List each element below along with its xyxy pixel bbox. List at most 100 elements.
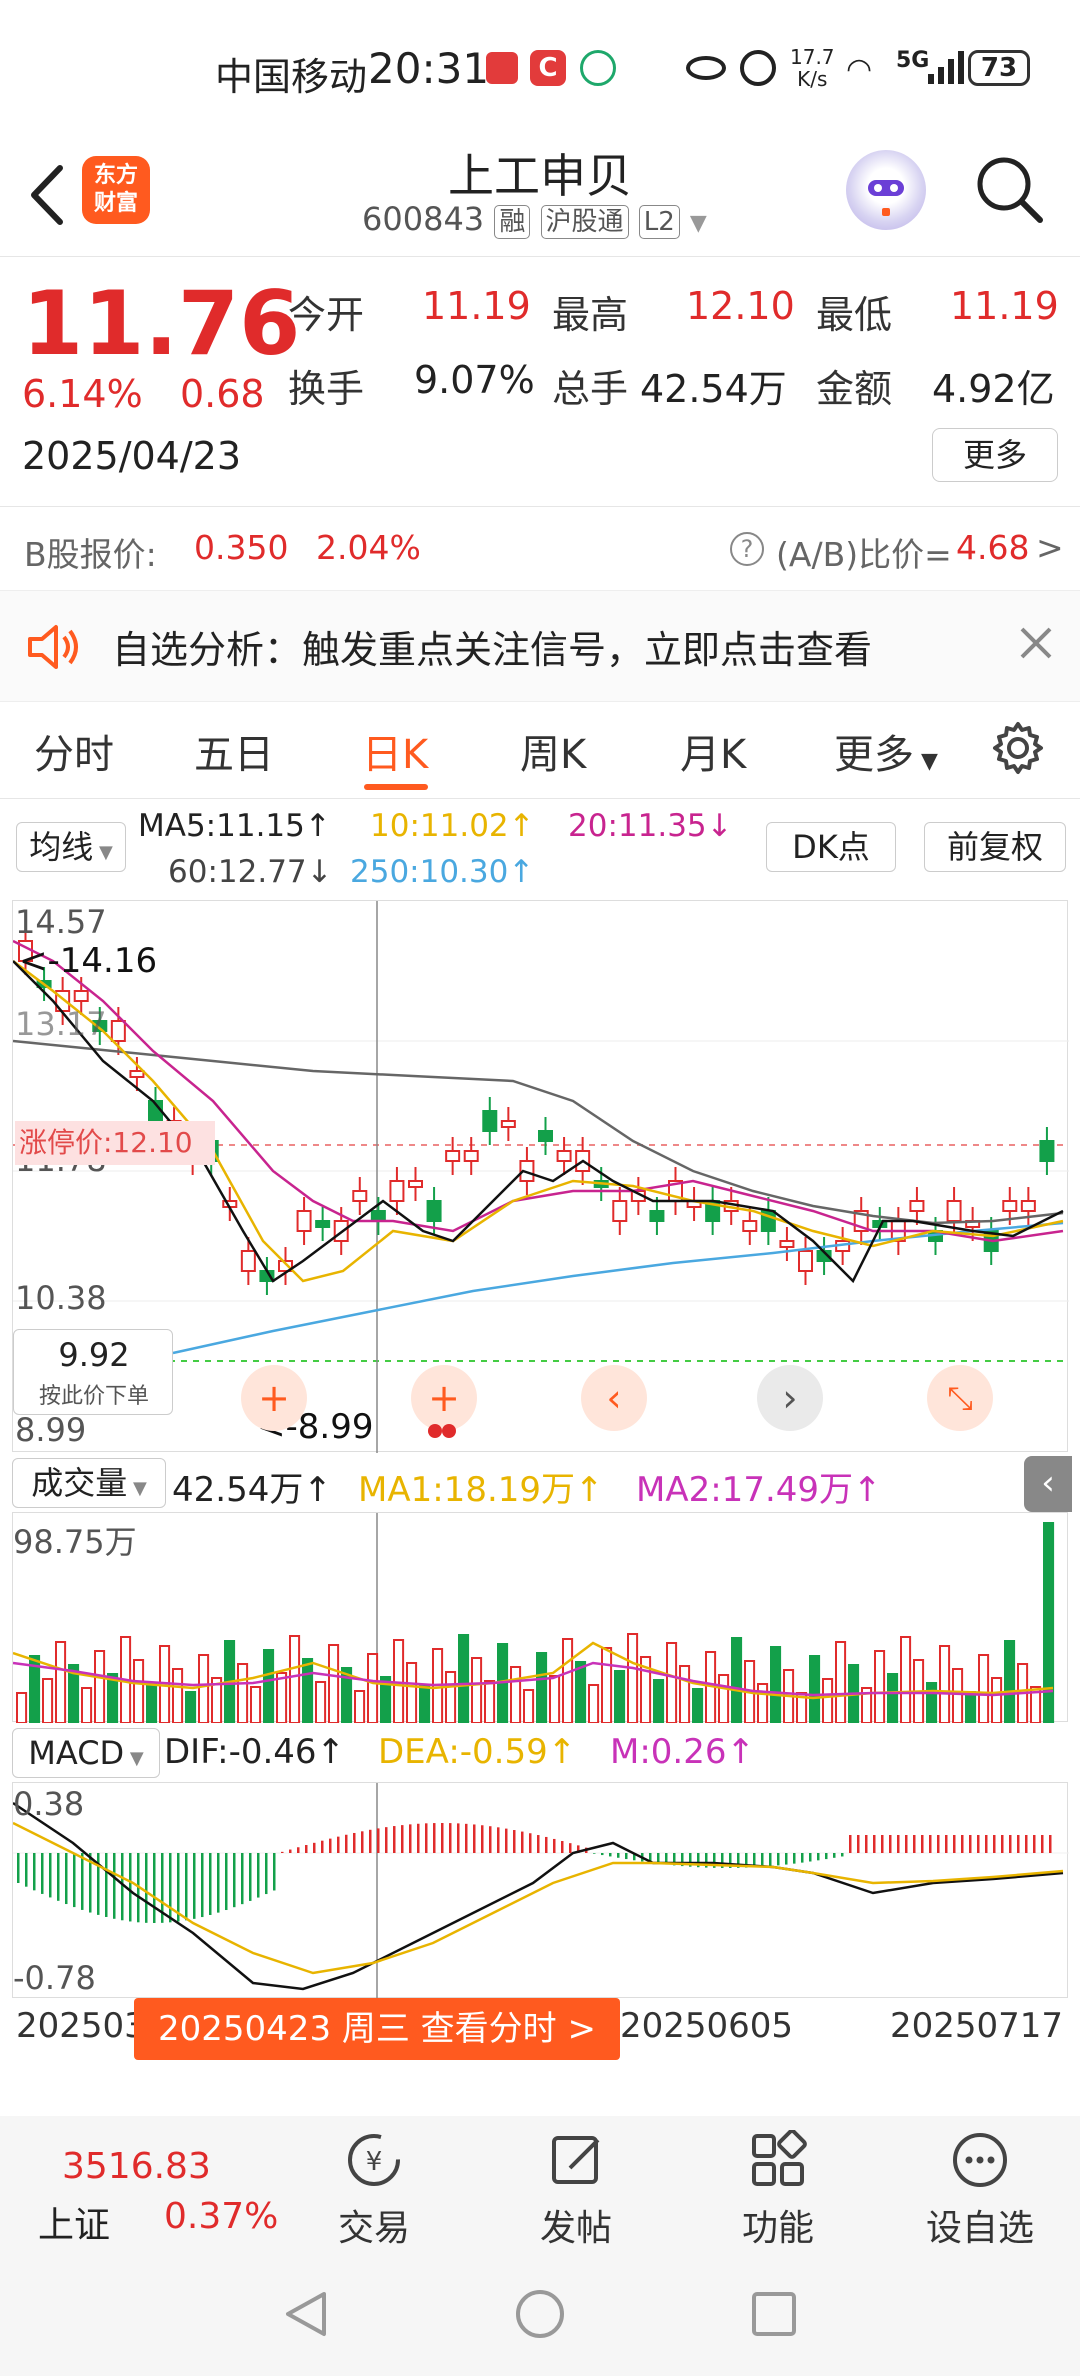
bshare-row[interactable]: B股报价: 0.350 2.04% ? (A/B)比价= 4.68 > — [0, 508, 1080, 590]
add-marker-button[interactable]: + — [411, 1365, 477, 1431]
nav-add-watch[interactable]: 设自选 — [920, 2130, 1040, 2251]
volume-selector[interactable]: 成交量 ▼ — [12, 1458, 166, 1508]
volume-bar — [146, 1682, 158, 1723]
ma-selector[interactable]: 均线 ▼ — [16, 822, 126, 872]
settings-icon[interactable] — [990, 720, 1046, 776]
prev-button[interactable]: ‹ — [581, 1365, 647, 1431]
volume-bar — [770, 1646, 782, 1723]
macd-header: MACD ▼ DIF:-0.46↑ DEA:-0.59↑ M:0.26↑ — [0, 1722, 1080, 1782]
robot-avatar-icon[interactable] — [846, 150, 926, 230]
macd-bar — [289, 1849, 292, 1853]
turnover-value: 9.07% — [414, 358, 535, 402]
macd-bar — [81, 1853, 84, 1910]
macd-bar — [777, 1853, 780, 1866]
notice-banner[interactable]: 自选分析：触发重点关注信号，立即点击查看 — [0, 590, 1080, 702]
help-icon[interactable]: ? — [730, 532, 764, 566]
net-speed: 17.7 K/s — [790, 45, 835, 91]
candle-body — [352, 1190, 368, 1202]
volume-bar — [536, 1652, 548, 1723]
ma250-line — [172, 1221, 1064, 1355]
more-quote-button[interactable]: 更多 — [932, 428, 1058, 482]
candle-body — [798, 1250, 813, 1272]
ma-bar: 均线 ▼ MA5:11.15↑ 10:11.02↑ 20:11.35↓ 60:1… — [0, 800, 1080, 896]
nav-trade[interactable]: ¥ 交易 — [314, 2130, 434, 2251]
header-divider — [0, 256, 1080, 257]
macd-bar — [385, 1827, 388, 1853]
current-price: 11.76 — [22, 272, 301, 375]
dk-point-button[interactable]: DK点 — [766, 822, 896, 872]
tag-connect: 沪股通 — [540, 205, 629, 239]
tab-daily-k[interactable]: 日K — [362, 722, 428, 780]
macd-bar — [617, 1853, 620, 1858]
status-time: 20:31 — [368, 44, 490, 93]
macd-bar — [825, 1853, 828, 1860]
kline-chart[interactable]: 14.57 13.17 11.78 10.38 8.99 <-14.16 <-8… — [12, 900, 1069, 1453]
app-bank-icon — [580, 50, 616, 86]
order-price: 9.92 — [58, 1336, 130, 1374]
view-intraday-tooltip[interactable]: 20250423 周三 查看分时 > — [134, 1998, 620, 2060]
macd-bar — [73, 1853, 76, 1908]
macd-bar — [497, 1827, 500, 1853]
candle-body — [1020, 1200, 1036, 1212]
macd-bar — [1009, 1835, 1012, 1853]
macd-bar — [969, 1835, 972, 1853]
volume-bar — [55, 1641, 67, 1723]
macd-bar — [881, 1835, 884, 1853]
macd-bar — [521, 1831, 524, 1853]
tab-monthly-k[interactable]: 月K — [680, 722, 746, 780]
crosshair-button[interactable]: + — [241, 1365, 307, 1431]
chevron-down-icon[interactable]: ▼ — [690, 211, 707, 236]
app-notification-icon — [486, 52, 518, 84]
adjust-price-button[interactable]: 前复权 — [924, 822, 1066, 872]
search-icon[interactable] — [970, 150, 1050, 230]
macd-dea: DEA:-0.59↑ — [378, 1732, 577, 1772]
collapse-icon[interactable]: ‹ — [1024, 1456, 1072, 1512]
tab-five-day[interactable]: 五日 — [194, 722, 274, 780]
nav-post[interactable]: 发帖 — [516, 2130, 636, 2251]
macd-bar — [801, 1853, 804, 1863]
macd-bar — [409, 1824, 412, 1853]
macd-bar — [169, 1853, 172, 1923]
next-button[interactable]: › — [757, 1365, 823, 1431]
system-recents-icon[interactable] — [748, 2288, 800, 2340]
volume-bar — [627, 1633, 639, 1723]
macd-bar — [121, 1853, 124, 1921]
candle-body — [909, 1200, 925, 1212]
macd-bar — [1001, 1835, 1004, 1853]
macd-bar — [841, 1853, 844, 1857]
x-axis: 2025030 20250605 20250717 20250423 周三 查看… — [0, 1998, 1080, 2068]
macd-bar — [17, 1853, 20, 1883]
tab-weekly-k[interactable]: 周K — [520, 722, 586, 780]
tab-more[interactable]: 更多 ▼ — [834, 722, 938, 780]
macd-bar — [33, 1853, 36, 1891]
index-pct: 0.37% — [164, 2196, 279, 2237]
system-home-icon[interactable] — [514, 2288, 566, 2340]
macd-bar — [785, 1853, 788, 1865]
macd-bar — [897, 1835, 900, 1853]
chevron-right-icon: > — [1036, 528, 1064, 567]
volume-bar — [445, 1671, 457, 1723]
macd-bar — [537, 1835, 540, 1853]
y-label-2: 13.17 — [15, 1005, 107, 1043]
macd-bar — [625, 1853, 628, 1860]
nav-function[interactable]: 功能 — [718, 2129, 838, 2251]
volume-bar — [757, 1683, 769, 1723]
tab-intraday[interactable]: 分时 — [34, 722, 114, 780]
macd-selector[interactable]: MACD ▼ — [12, 1728, 160, 1778]
candle-body — [463, 1150, 479, 1162]
close-icon[interactable] — [1018, 625, 1054, 661]
candle-body — [389, 1180, 405, 1202]
volume-label: 总手 — [552, 367, 629, 411]
macd-bar — [961, 1835, 964, 1853]
battery-indicator: 73 — [968, 50, 1030, 86]
y-label-bottom: 8.99 — [15, 1411, 87, 1449]
macd-bar — [305, 1845, 308, 1853]
macd-bar — [953, 1835, 956, 1853]
system-back-icon[interactable] — [280, 2288, 332, 2340]
svg-text:¥: ¥ — [366, 2147, 383, 2177]
order-price-box[interactable]: 9.92 按此价下单 — [13, 1329, 173, 1415]
expand-icon[interactable]: ⤡ — [927, 1365, 993, 1431]
macd-bar — [49, 1853, 52, 1898]
candle-body — [538, 1130, 553, 1142]
ma60-value: 60:12.77↓ — [168, 854, 333, 890]
